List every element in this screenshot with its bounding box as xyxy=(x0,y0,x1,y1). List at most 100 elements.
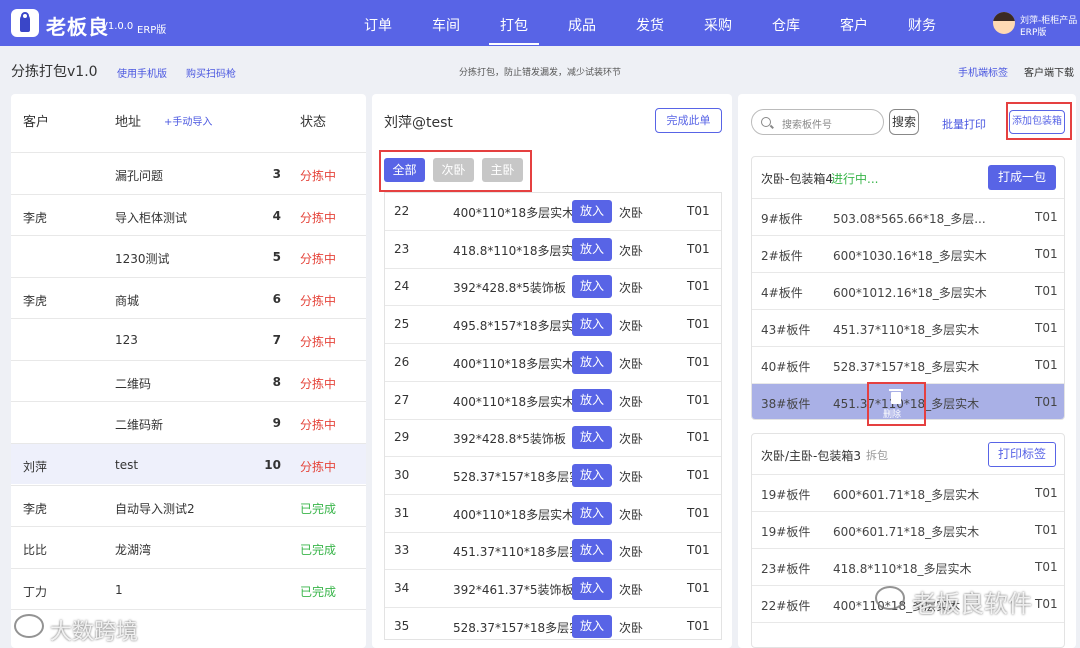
order-row[interactable]: 二维码 8 分拣中 xyxy=(11,360,366,401)
order-row[interactable]: 丁力 1 已完成 xyxy=(11,568,366,609)
panel-row: 24 392*428.8*5装饰板 放入 次卧 T01 xyxy=(385,268,721,306)
box-item-row[interactable]: 9#板件 503.08*565.66*18_多层... T01 xyxy=(752,198,1064,235)
panel-id: 27 xyxy=(394,393,410,407)
client-download-link[interactable]: 客户端下载 xyxy=(1024,64,1074,79)
order-row[interactable]: 1230测试 5 分拣中 xyxy=(11,235,366,276)
delete-label[interactable]: 删除 xyxy=(883,407,901,420)
item-id: 4#板件 xyxy=(761,286,803,300)
put-in-button[interactable]: 放入 xyxy=(572,615,612,638)
order-row[interactable]: 李虎 导入柜体测试 4 分拣中 xyxy=(11,194,366,235)
put-in-button[interactable]: 放入 xyxy=(572,238,612,261)
put-in-button[interactable]: 放入 xyxy=(572,389,612,412)
packing-box-panel: 搜索板件号 搜索 批量打印 添加包装箱 次卧-包装箱4 进行中... 打成一包 … xyxy=(738,94,1076,648)
box-item-row[interactable]: 19#板件 600*601.71*18_多层实木 T01 xyxy=(752,511,1064,548)
put-in-button[interactable]: 放入 xyxy=(572,539,612,562)
item-tag: T01 xyxy=(1035,321,1058,335)
nav-item-customers[interactable]: 客户 xyxy=(829,15,879,35)
trash-icon[interactable] xyxy=(889,389,903,405)
add-box-button[interactable]: 添加包装箱 xyxy=(1009,110,1065,134)
order-row[interactable]: 123 7 分拣中 xyxy=(11,318,366,359)
row-customer: 比比 xyxy=(23,543,48,557)
filter-all-button[interactable]: 全部 xyxy=(384,158,425,182)
search-button[interactable]: 搜索 xyxy=(889,109,919,135)
panel-tag: T01 xyxy=(687,543,710,557)
row-customer: 丁力 xyxy=(23,585,48,599)
nav-item-workshop[interactable]: 车间 xyxy=(421,15,471,35)
mobile-label-link[interactable]: 手机端标签 xyxy=(958,64,1008,79)
row-address: 二维码 xyxy=(115,377,152,391)
box-item-row[interactable]: 4#板件 600*1012.16*18_多层实木 T01 xyxy=(752,272,1064,309)
box-item-row[interactable]: 23#板件 418.8*110*18_多层实木 T01 xyxy=(752,548,1064,585)
brand-name: 老板良 xyxy=(46,15,109,39)
box-item-row[interactable]: 40#板件 528.37*157*18_多层实木 T01 xyxy=(752,346,1064,383)
panel-row: 29 392*428.8*5装饰板 放入 次卧 T01 xyxy=(385,419,721,457)
row-address: 1 xyxy=(115,583,123,597)
panel-id: 31 xyxy=(394,506,410,520)
nav-item-warehouse[interactable]: 仓库 xyxy=(761,15,811,35)
nav-item-purchase[interactable]: 采购 xyxy=(693,15,743,35)
put-in-button[interactable]: 放入 xyxy=(572,200,612,223)
filter-second-bedroom-button[interactable]: 次卧 xyxy=(433,158,474,182)
box-item-row[interactable]: 43#板件 451.37*110*18_多层实木 T01 xyxy=(752,309,1064,346)
put-in-button[interactable]: 放入 xyxy=(572,313,612,336)
order-row-selected[interactable]: 刘萍 test 10 分拣中 xyxy=(11,443,366,484)
box-title: 次卧/主卧-包装箱3 xyxy=(761,449,862,463)
box-item-row[interactable]: 19#板件 600*601.71*18_多层实木 T01 xyxy=(752,474,1064,511)
user-avatar[interactable] xyxy=(993,12,1015,34)
panel-spec: 495.8*157*18多层实木 xyxy=(453,319,572,333)
page-description: 分拣打包，防止错发漏发，减少试装环节 xyxy=(458,68,621,78)
order-row[interactable]: 李虎 自动导入测试2 已完成 xyxy=(11,485,366,526)
panel-id: 23 xyxy=(394,242,410,256)
panel-tag: T01 xyxy=(687,506,710,520)
row-status: 已完成 xyxy=(300,502,337,516)
put-in-button[interactable]: 放入 xyxy=(572,351,612,374)
unpack-link[interactable]: 拆包 xyxy=(866,447,888,463)
panel-room: 次卧 xyxy=(619,432,644,446)
pack-one-button[interactable]: 打成一包 xyxy=(988,165,1056,190)
put-in-button[interactable]: 放入 xyxy=(572,275,612,298)
nav-item-shipping[interactable]: 发货 xyxy=(625,15,675,35)
put-in-button[interactable]: 放入 xyxy=(572,502,612,525)
order-row[interactable]: 比比 龙湖湾 已完成 xyxy=(11,526,366,567)
panel-row: 34 392*461.37*5装饰板 放入 次卧 T01 xyxy=(385,570,721,608)
header-customer: 客户 xyxy=(23,115,50,130)
panel-tag: T01 xyxy=(687,279,710,293)
row-address: 1230测试 xyxy=(115,252,170,266)
nav-item-finance[interactable]: 财务 xyxy=(897,15,947,35)
item-tag: T01 xyxy=(1035,395,1058,409)
batch-print-link[interactable]: 批量打印 xyxy=(942,116,986,132)
order-row[interactable]: 漏孔问题 3 分拣中 xyxy=(11,152,366,193)
item-spec: 600*601.71*18_多层实木 xyxy=(833,488,980,502)
panel-room: 次卧 xyxy=(619,206,644,220)
nav-item-packing[interactable]: 打包 xyxy=(489,15,539,45)
item-tag: T01 xyxy=(1035,560,1058,574)
put-in-button[interactable]: 放入 xyxy=(572,577,612,600)
row-status: 分拣中 xyxy=(300,294,337,308)
search-input[interactable]: 搜索板件号 xyxy=(751,109,884,135)
row-number: 4 xyxy=(272,209,281,223)
order-row[interactable]: 李虎 商城 6 分拣中 xyxy=(11,277,366,318)
complete-order-button[interactable]: 完成此单 xyxy=(655,108,722,133)
box-item-row[interactable]: 2#板件 600*1030.16*18_多层实木 T01 xyxy=(752,235,1064,272)
row-address: 漏孔问题 xyxy=(115,169,164,183)
app-version: V1.0.0 xyxy=(101,21,134,32)
panel-tag: T01 xyxy=(687,355,710,369)
box-header: 次卧/主卧-包装箱3 拆包 打印标签 xyxy=(752,434,1064,474)
item-tag: T01 xyxy=(1035,284,1058,298)
box-title: 次卧-包装箱4 xyxy=(761,172,833,186)
panel-room: 次卧 xyxy=(619,319,644,333)
row-status: 已完成 xyxy=(300,543,337,557)
panel-room: 次卧 xyxy=(619,621,644,635)
nav-item-orders[interactable]: 订单 xyxy=(353,15,403,35)
filter-master-bedroom-button[interactable]: 主卧 xyxy=(482,158,523,182)
order-row[interactable]: 二维码新 9 分拣中 xyxy=(11,401,366,442)
put-in-button[interactable]: 放入 xyxy=(572,464,612,487)
panel-row: 30 528.37*157*18多层实木 放入 次卧 T01 xyxy=(385,457,721,495)
nav-item-finished[interactable]: 成品 xyxy=(557,15,607,35)
item-id: 40#板件 xyxy=(761,360,811,374)
item-spec: 503.08*565.66*18_多层... xyxy=(833,212,986,226)
manual-import-link[interactable]: +手动导入 xyxy=(164,113,212,128)
print-label-button[interactable]: 打印标签 xyxy=(988,442,1056,467)
put-in-button[interactable]: 放入 xyxy=(572,426,612,449)
panel-room: 次卧 xyxy=(619,470,644,484)
